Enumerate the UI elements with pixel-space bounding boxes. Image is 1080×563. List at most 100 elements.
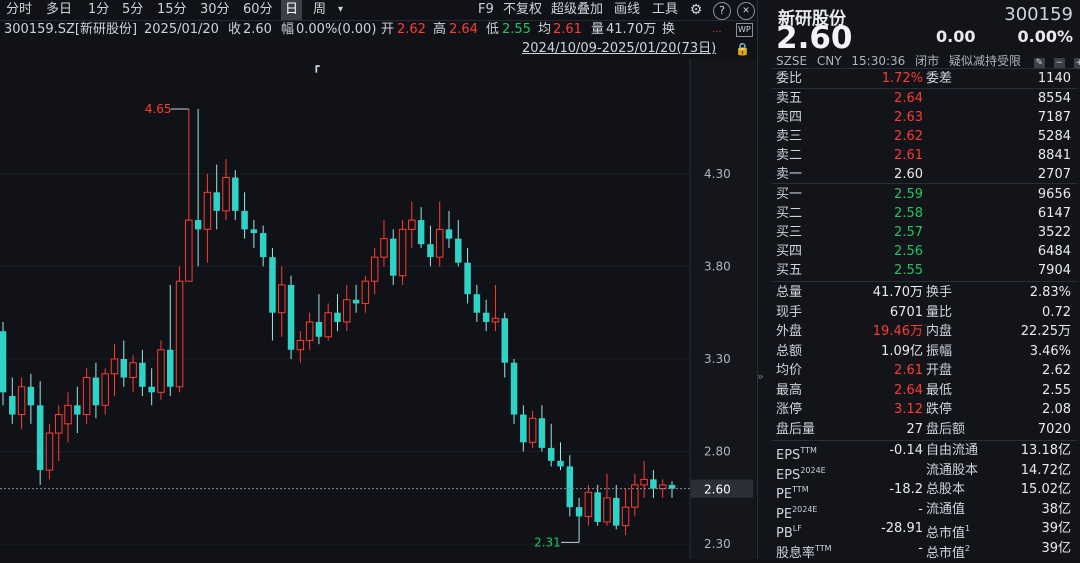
candle-up — [491, 317, 500, 323]
candle-up — [110, 358, 119, 375]
period-tab-1min[interactable]: 1分 — [88, 0, 109, 20]
fundamental-label-suffix: LF — [792, 524, 802, 533]
candle-down — [455, 238, 462, 263]
period-more-dropdown-icon[interactable]: ▾ — [338, 0, 343, 20]
candle-down — [566, 466, 574, 508]
period-tab-weekly[interactable]: 周 — [313, 0, 326, 20]
period-tab-daily[interactable]: 日 — [281, 0, 303, 20]
stat-value: 41.70万 — [872, 285, 923, 300]
sell-level-price: 2.61 — [894, 148, 923, 163]
market-status: 闭市 — [915, 54, 940, 68]
fundamental-value-2: 39亿 — [1041, 540, 1071, 556]
sell-level-label: 卖一 — [776, 167, 803, 182]
candle-up — [185, 219, 193, 282]
candle-down — [547, 447, 555, 461]
stat-row: 总额 1.09亿 振幅 3.46% — [758, 342, 1080, 361]
tools-button[interactable]: 工具 — [652, 0, 678, 20]
fundamental-row: PE2024E - 流通值 38亿 — [758, 500, 1080, 522]
market-info: SZSE CNY 15:30:36 闭市 疑似减持受限 ✎ − + — [776, 52, 1080, 69]
candle-down — [520, 414, 527, 443]
high-label: 高 — [433, 22, 447, 37]
period-tab-5min[interactable]: 5分 — [122, 0, 143, 20]
fundamental-value: -28.91 — [881, 521, 923, 536]
candle-down — [232, 177, 239, 211]
fundamental-label-2-suffix: 1 — [965, 524, 971, 533]
price-change: 0.00 — [936, 27, 976, 46]
min-price-label: 2.31 — [534, 535, 561, 549]
divider — [772, 183, 1077, 184]
stat-row: 最高 2.64 最低 2.55 — [758, 381, 1080, 400]
candle-down — [668, 484, 676, 489]
period-tab-60min[interactable]: 60分 — [243, 0, 273, 20]
stat-label-2: 最低 — [926, 382, 953, 398]
candle-up — [175, 280, 184, 388]
candle-down — [445, 229, 453, 239]
stat-value-2: 3.46% — [1029, 343, 1071, 359]
fundamental-value-2: 14.72亿 — [1020, 462, 1071, 478]
stat-value-2: 7020 — [1037, 421, 1071, 437]
range-label: 幅 — [281, 22, 295, 37]
candle-up — [296, 339, 305, 351]
help-question-icon[interactable]: ? — [713, 2, 731, 20]
volume-value: 41.70万 — [606, 22, 657, 37]
candle-up — [398, 228, 407, 277]
period-toolbar: 分时 多日 1分 5分 15分 30分 60分 日 周 ▾ F9 不复权 超级叠… — [0, 0, 756, 21]
crosshair-cursor-icon: ┏ — [313, 60, 320, 73]
stat-label-2: 振幅 — [926, 343, 953, 359]
stat-value-2: 2.62 — [1042, 363, 1071, 378]
collapse-panel-icon[interactable]: » — [757, 362, 767, 392]
stat-label: 均价 — [776, 363, 803, 378]
wp-icon[interactable]: WP — [736, 23, 753, 37]
y-tick-label: 4.30 — [704, 167, 731, 181]
close-circle-icon[interactable]: ✕ — [737, 2, 755, 20]
period-tab-30min[interactable]: 30分 — [200, 0, 230, 20]
y-tick-label: 3.80 — [704, 259, 731, 273]
stat-label: 总额 — [776, 343, 803, 359]
period-tab-15min[interactable]: 15分 — [157, 0, 187, 20]
overlay-button[interactable]: 超级叠加 — [551, 0, 603, 20]
sell-level-price: 2.64 — [894, 91, 923, 106]
candle-down — [194, 220, 202, 230]
candle-up — [64, 404, 72, 425]
f9-button[interactable]: F9 — [478, 0, 494, 20]
fundamental-value-2: 13.18亿 — [1020, 443, 1071, 458]
stat-label: 总量 — [776, 285, 803, 300]
low-value: 2.55 — [502, 22, 531, 37]
sell-level-volume: 5284 — [1037, 129, 1071, 144]
max-price-label: 4.65 — [145, 102, 172, 116]
sell-level-row: 卖一 2.60 2707 — [758, 165, 1080, 184]
buy-level-row: 买三 2.57 3522 — [758, 223, 1080, 242]
draw-line-button[interactable]: 画线 — [614, 0, 640, 20]
stat-row: 盘后量 27 盘后额 7020 — [758, 420, 1080, 439]
date-range-link[interactable]: 2024/10/09-2025/01/20(73日) — [522, 40, 716, 58]
period-tab-intraday[interactable]: 分时 — [6, 0, 32, 20]
stat-row: 总量 41.70万 换手 2.83% — [758, 283, 1080, 302]
candle-up — [324, 312, 332, 338]
turnover-label: 换 — [662, 22, 676, 37]
candlestick-chart[interactable]: 4.30 3.80 3.30 2.80 2.30 2.60 4.65 2.31 ┏ — [0, 59, 756, 559]
sell-level-label: 卖三 — [776, 129, 803, 144]
sell-level-price: 2.60 — [894, 167, 923, 182]
fundamental-row: EPSTTM -0.14 自由流通 13.18亿 — [758, 441, 1080, 463]
candle-down — [120, 359, 128, 378]
open-value: 2.62 — [397, 22, 426, 37]
candle-down — [250, 229, 258, 234]
lock-icon[interactable]: 🔒 — [735, 42, 750, 56]
y-tick-label: 2.80 — [704, 445, 731, 459]
stat-label: 盘后量 — [776, 421, 816, 437]
fundamental-label-2: 流通值 — [926, 501, 966, 517]
more-dots-icon[interactable]: ... — [712, 20, 722, 39]
candle-up — [380, 238, 388, 258]
period-tab-multiday[interactable]: 多日 — [46, 0, 72, 20]
fundamental-label-2-suffix: 2 — [965, 543, 971, 553]
stat-value: 6701 — [889, 304, 923, 320]
buy-level-row: 买四 2.56 6484 — [758, 242, 1080, 261]
adjust-dropdown[interactable]: 不复权 — [503, 0, 542, 20]
chart-annotations: 2.60 4.65 2.31 — [0, 102, 753, 549]
settings-gear-icon[interactable]: ⚙ — [688, 2, 704, 18]
candle-down — [139, 362, 146, 387]
stat-value-2: 2.55 — [1042, 382, 1071, 398]
fundamental-label-suffix: TTM — [815, 543, 832, 553]
stat-label-2: 盘后额 — [926, 421, 966, 437]
range-value: 0.00%(0.00) — [296, 22, 377, 37]
